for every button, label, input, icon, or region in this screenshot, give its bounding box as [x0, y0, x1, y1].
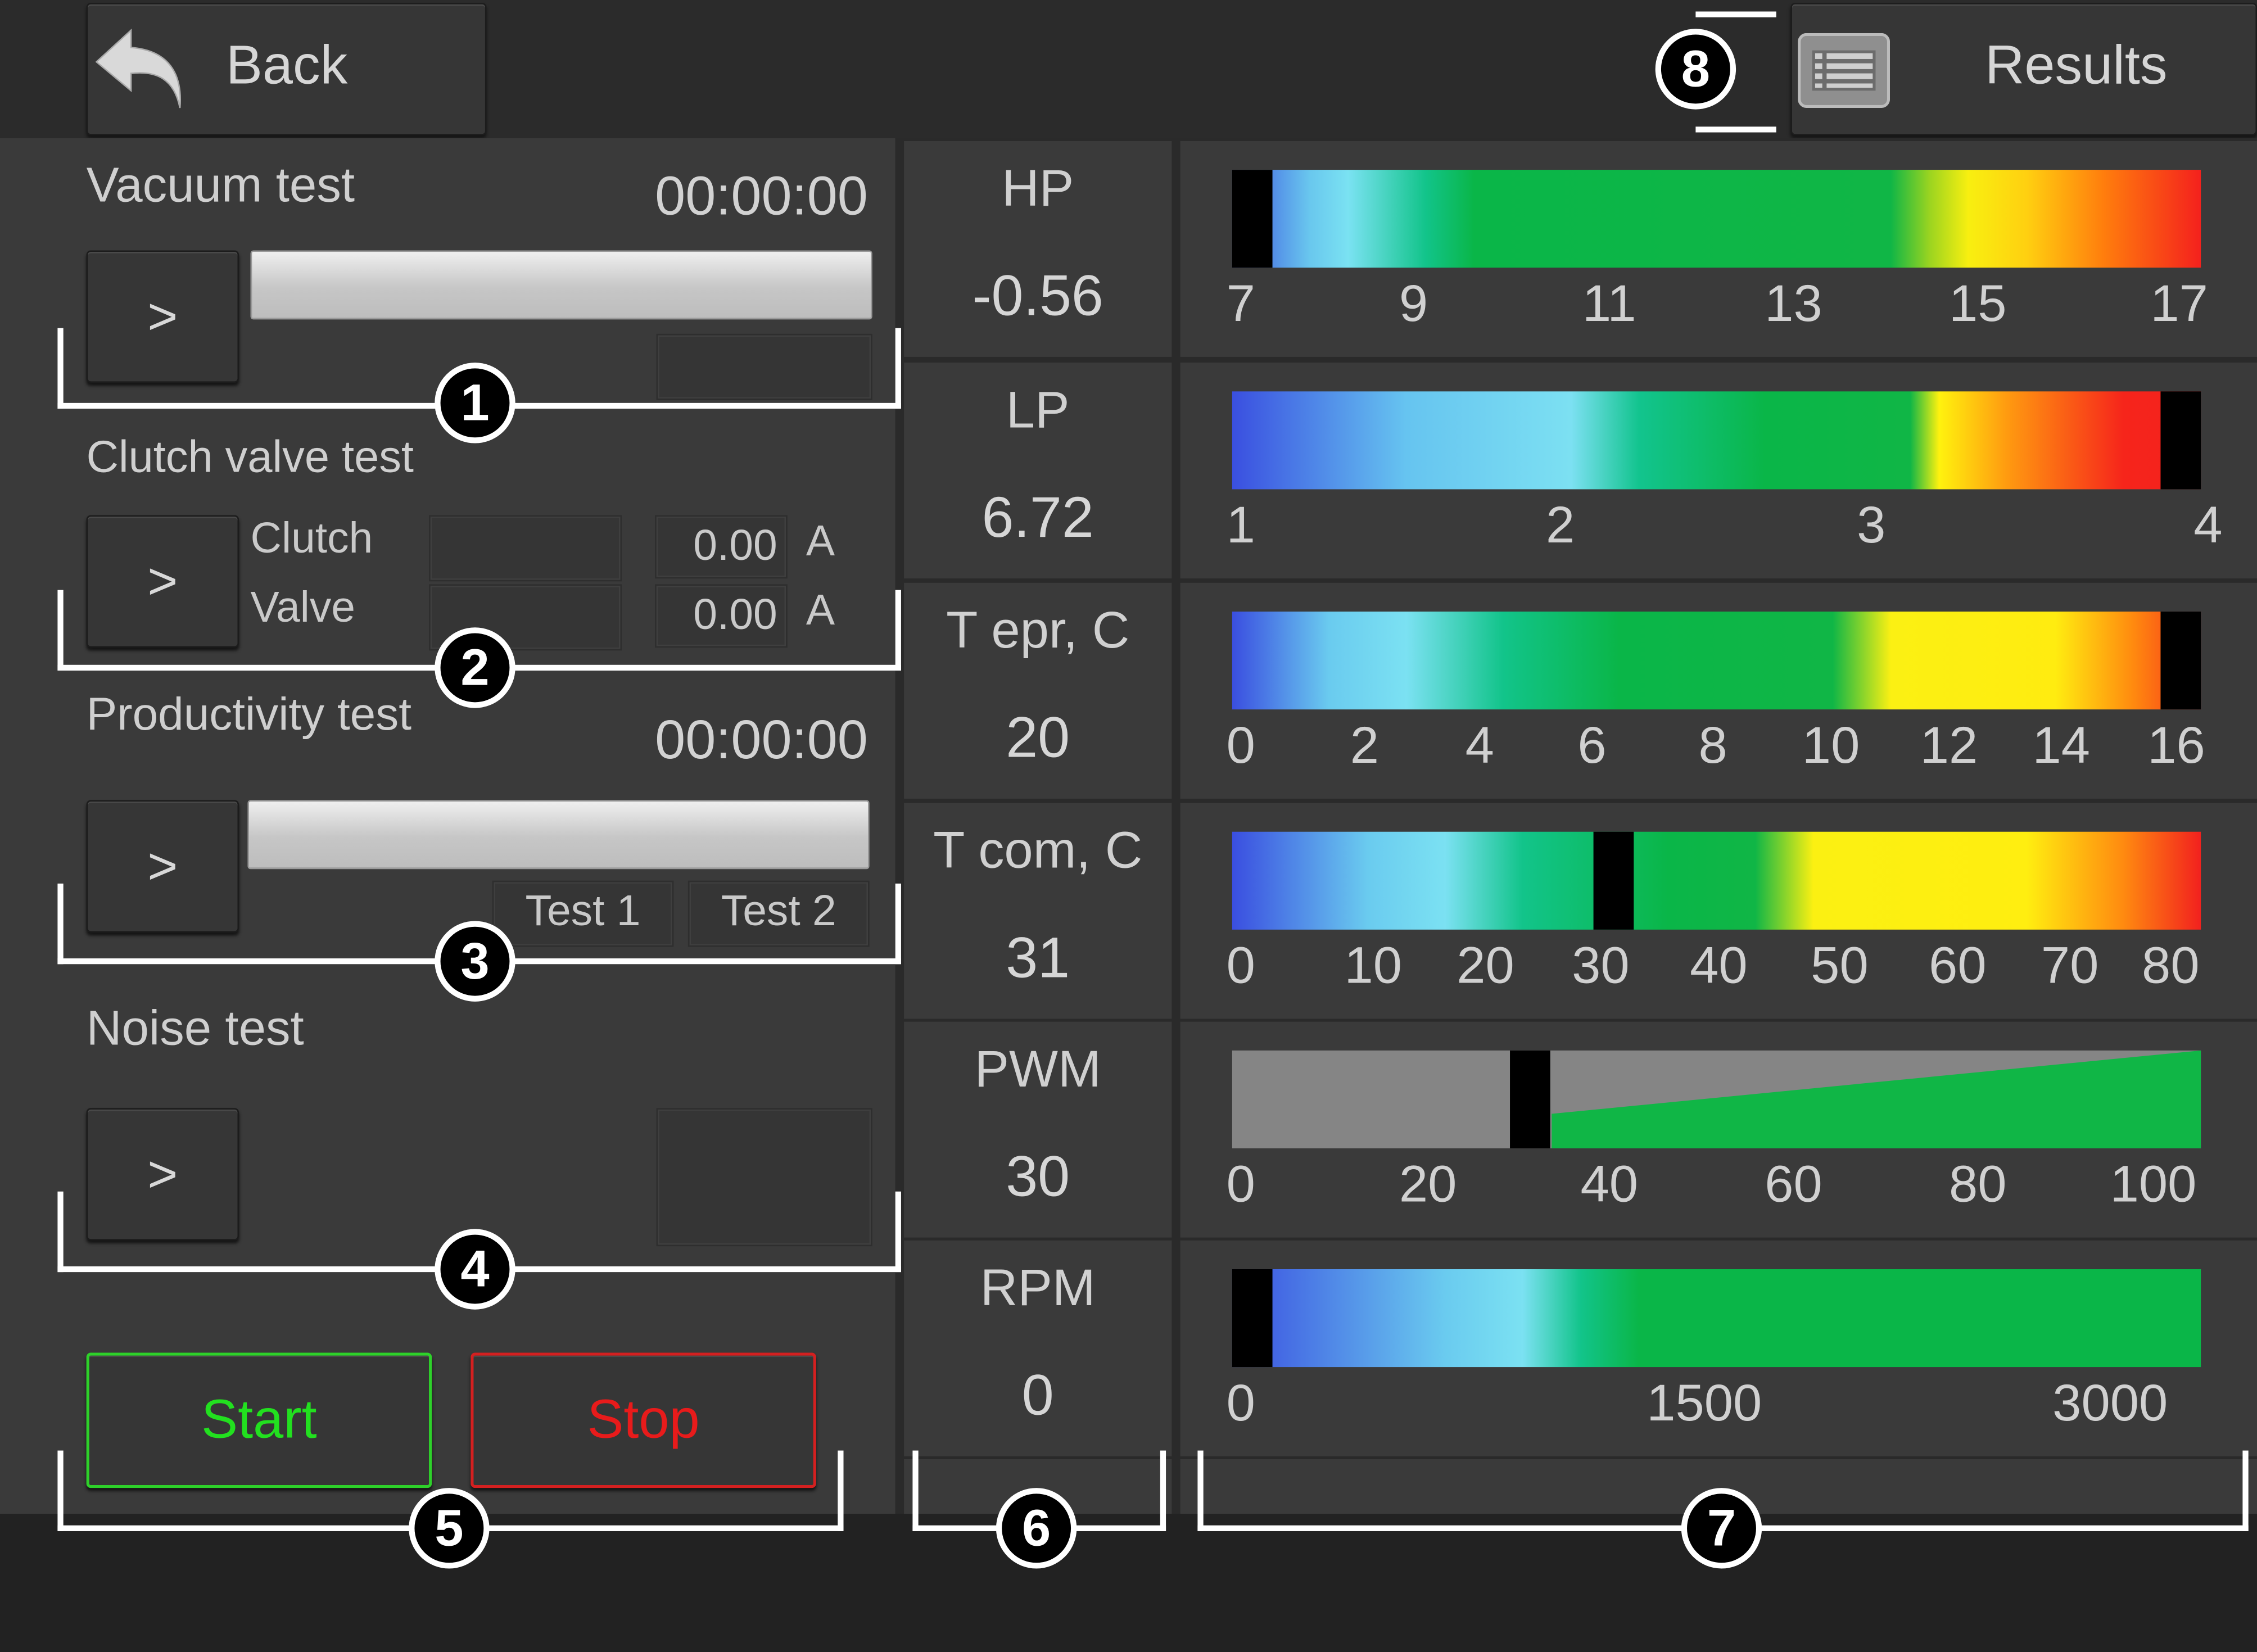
productivity-test-timer: 00:00:00	[655, 710, 868, 772]
gauge-tick-label: 2	[1546, 495, 1575, 554]
gauge-tick-label: 9	[1399, 273, 1428, 333]
gauge-color-bar	[1232, 612, 2201, 710]
gauge-tick-label: 60	[1929, 935, 1987, 995]
gauge-marker	[1510, 1050, 1550, 1148]
gauge-tick-label: 40	[1580, 1154, 1639, 1214]
gauge-tick-label: 3	[1857, 495, 1886, 554]
gauge-value: 31	[1006, 926, 1070, 990]
gauge-tick-label: 4	[2193, 495, 2223, 554]
gauge-value: 6.72	[981, 486, 1094, 550]
gauge-color-bar	[1232, 391, 2201, 490]
gauge-tick-label: 12	[1920, 715, 1978, 775]
clutch-current-value: 0.00	[655, 515, 788, 579]
gauge-color-bar	[1232, 831, 2201, 930]
gauge-tick-label: 1500	[1647, 1373, 1762, 1432]
callout-badge-3: 3	[435, 921, 515, 1002]
gauge-value: 0	[1021, 1364, 1054, 1428]
callout-badge-2: 2	[435, 627, 515, 708]
gauge-tick-label: 8	[1698, 715, 1727, 775]
gauge-tick-label: 20	[1457, 935, 1514, 995]
gauge-tick-label: 0	[1226, 935, 1255, 995]
screen: Back Results Vacuum test 00:00:00 > Clut…	[0, 0, 2257, 1652]
back-button[interactable]: Back	[86, 3, 487, 135]
callout-badge-5: 5	[409, 1488, 490, 1569]
gauge-tick-label: 0	[1226, 1154, 1255, 1214]
gauge-tick-label: 3000	[2052, 1373, 2168, 1432]
gauge-tick-label: 0	[1226, 1373, 1255, 1432]
gauge-color-bar	[1232, 1050, 2201, 1148]
gauge-tick-label: 11	[1582, 273, 1636, 333]
list-icon	[1798, 33, 1890, 108]
clutch-indicator	[429, 515, 622, 582]
gauge-marker	[2160, 391, 2201, 490]
gauge-tick-label: 100	[2110, 1154, 2197, 1214]
clutch-unit: A	[806, 518, 835, 566]
gauge-tick-label: 15	[1948, 273, 2007, 333]
bottom-strip	[0, 1514, 2257, 1652]
gauge-tick-label: 80	[1948, 1154, 2007, 1214]
gauge-label: HP	[1002, 158, 1074, 218]
gauge-value: -0.56	[972, 265, 1103, 328]
gauge-tick-label: 7	[1226, 273, 1255, 333]
clutch-valve-test-title: Clutch valve test	[86, 432, 414, 482]
gauge-label: LP	[1006, 379, 1070, 439]
gauge-tick-label: 1	[1226, 495, 1255, 554]
vacuum-test-title: Vacuum test	[86, 158, 355, 213]
vacuum-test-timer: 00:00:00	[655, 166, 868, 228]
results-label: Results	[1985, 36, 2168, 97]
gauge-label: T epr, C	[946, 600, 1130, 659]
gauge-label: RPM	[980, 1257, 1096, 1317]
gauge-tick-label: 10	[1802, 715, 1860, 775]
gauge-tick-label: 4	[1465, 715, 1494, 775]
gauge-tick-label: 10	[1344, 935, 1403, 995]
clutch-label: Clutch	[250, 515, 373, 563]
noise-test-title: Noise test	[86, 1001, 304, 1057]
callout-badge-7: 7	[1681, 1488, 1762, 1569]
gauge-color-bar	[1232, 170, 2201, 268]
gauge-label: T com, C	[933, 820, 1143, 880]
callout-badge-1: 1	[435, 363, 515, 443]
stop-label: Stop	[587, 1389, 700, 1450]
gauge-tick-label: 80	[2142, 935, 2200, 995]
gauge-value: 30	[1006, 1145, 1070, 1209]
callout-badge-6: 6	[996, 1488, 1077, 1569]
vacuum-progress-bar	[250, 250, 872, 320]
gauge-tick-label: 30	[1572, 935, 1630, 995]
gauge-tick-label: 0	[1226, 715, 1255, 775]
gauge-tick-label: 13	[1765, 273, 1822, 333]
gauge-tick-label: 2	[1350, 715, 1379, 775]
gauge-marker	[1593, 831, 1634, 930]
gauge-marker	[1232, 170, 1273, 268]
gauge-tick-label: 50	[1811, 935, 1869, 995]
gauge-tick-label: 17	[2150, 273, 2208, 333]
productivity-progress-bar	[247, 800, 870, 870]
gauge-marker	[2160, 612, 2201, 710]
undo-arrow-icon	[95, 28, 181, 108]
results-button[interactable]: Results	[1790, 3, 2257, 135]
gauge-color-bar	[1232, 1269, 2201, 1368]
gauge-tick-label: 16	[2147, 715, 2205, 775]
gauge-value: 20	[1006, 707, 1070, 770]
gauge-tick-label: 40	[1690, 935, 1748, 995]
callout-badge-8: 8	[1655, 29, 1736, 110]
gauge-tick-label: 60	[1765, 1154, 1822, 1214]
back-label: Back	[226, 36, 348, 97]
gauge-tick-label: 20	[1399, 1154, 1457, 1214]
gauge-tick-label: 70	[2041, 935, 2099, 995]
start-label: Start	[201, 1389, 317, 1450]
gauge-tick-label: 6	[1577, 715, 1607, 775]
gauge-label: PWM	[974, 1039, 1101, 1098]
productivity-test-title: Productivity test	[86, 687, 411, 740]
gauge-tick-label: 14	[2032, 715, 2091, 775]
gauge-marker	[1232, 1269, 1273, 1368]
callout-badge-4: 4	[435, 1229, 515, 1310]
